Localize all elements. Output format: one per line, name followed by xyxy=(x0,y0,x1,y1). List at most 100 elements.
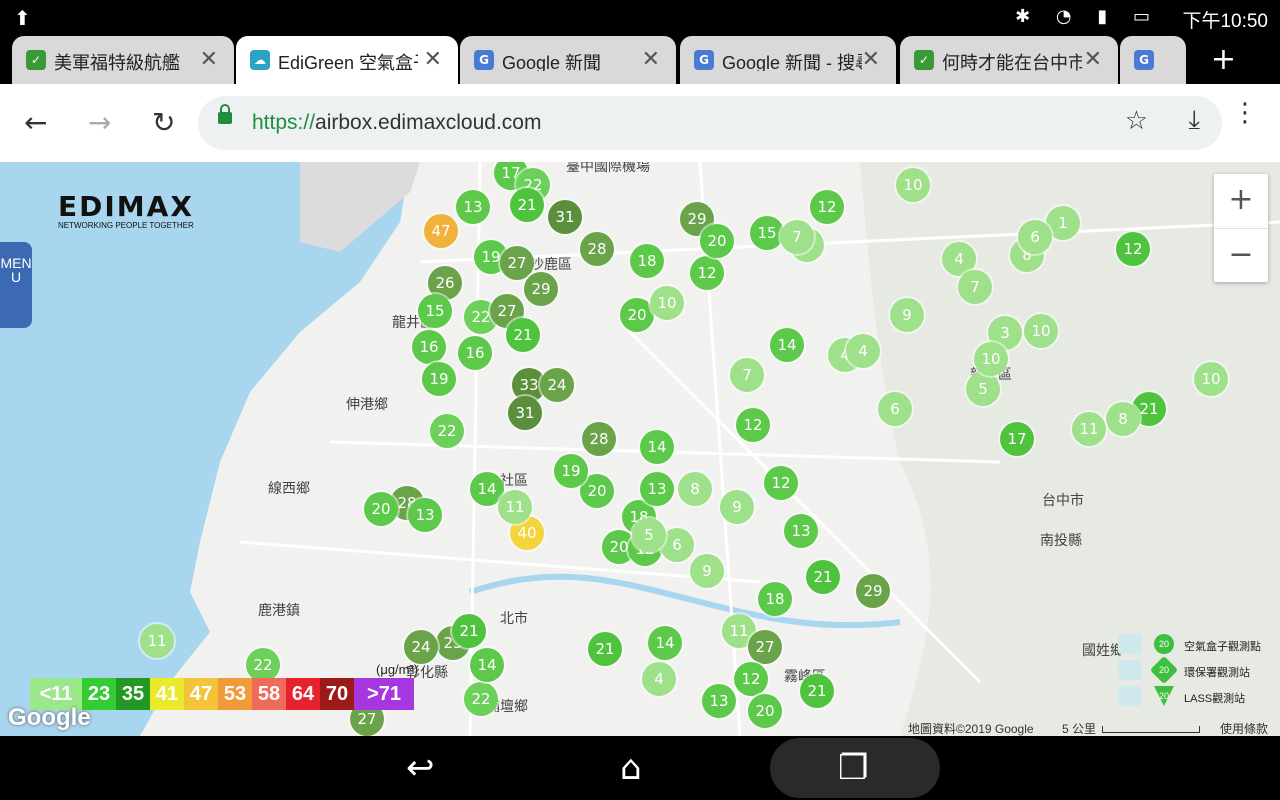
airbox-marker[interactable]: 21 xyxy=(506,318,540,352)
airbox-marker[interactable]: 8 xyxy=(678,472,712,506)
airbox-marker[interactable]: 13 xyxy=(640,472,674,506)
airbox-marker[interactable]: 16 xyxy=(412,330,446,364)
airbox-marker[interactable]: 13 xyxy=(456,190,490,224)
airbox-marker[interactable]: 27 xyxy=(500,246,534,280)
airbox-marker[interactable]: 12 xyxy=(764,466,798,500)
airbox-marker[interactable]: 6 xyxy=(878,392,912,426)
back-nav-icon[interactable]: ↩ xyxy=(406,748,435,788)
airbox-marker[interactable]: 17 xyxy=(1000,422,1034,456)
back-button[interactable]: ← xyxy=(24,106,47,139)
airbox-marker[interactable]: 47 xyxy=(424,214,458,248)
airbox-marker[interactable]: 10 xyxy=(1024,314,1058,348)
airbox-marker[interactable]: 18 xyxy=(758,582,792,616)
airbox-marker[interactable]: 14 xyxy=(640,430,674,464)
map-view[interactable]: EDIMAX NETWORKING PEOPLE TOGETHER MENU +… xyxy=(0,162,1280,736)
airbox-marker[interactable]: 14 xyxy=(470,648,504,682)
airbox-marker[interactable]: 10 xyxy=(896,168,930,202)
tab-1[interactable]: ✓ 美軍福特級航艦 ✕ xyxy=(12,36,234,84)
airbox-marker[interactable]: 10 xyxy=(1194,362,1228,396)
airbox-marker[interactable]: 4 xyxy=(642,662,676,696)
close-icon[interactable]: ✕ xyxy=(642,47,660,72)
airbox-marker[interactable]: 22 xyxy=(246,648,280,682)
airbox-marker[interactable]: 14 xyxy=(770,328,804,362)
airbox-marker[interactable]: 13 xyxy=(702,684,736,718)
airbox-marker[interactable]: 10 xyxy=(974,342,1008,376)
airbox-marker[interactable]: 9 xyxy=(720,490,754,524)
airbox-marker[interactable]: 9 xyxy=(690,554,724,588)
airbox-marker[interactable]: 6 xyxy=(1018,220,1052,254)
airbox-marker[interactable]: 22 xyxy=(430,414,464,448)
tab-3[interactable]: G Google 新聞 ✕ xyxy=(460,36,676,84)
airbox-marker[interactable]: 19 xyxy=(422,362,456,396)
airbox-marker[interactable]: 15 xyxy=(418,294,452,328)
forward-button[interactable]: → xyxy=(88,106,111,139)
airbox-marker[interactable]: 22 xyxy=(464,682,498,716)
close-icon[interactable]: ✕ xyxy=(1084,47,1102,72)
airbox-marker[interactable]: 13 xyxy=(408,498,442,532)
close-icon[interactable]: ✕ xyxy=(862,47,880,72)
airbox-marker[interactable]: 28 xyxy=(582,422,616,456)
airbox-marker[interactable]: 11 xyxy=(140,624,174,658)
airbox-marker[interactable]: 20 xyxy=(364,492,398,526)
airbox-marker[interactable]: 10 xyxy=(650,286,684,320)
airbox-marker[interactable]: 15 xyxy=(750,216,784,250)
airbox-marker[interactable]: 7 xyxy=(958,270,992,304)
airbox-marker[interactable]: 31 xyxy=(548,200,582,234)
airbox-marker[interactable]: 21 xyxy=(800,674,834,708)
airbox-marker[interactable]: 12 xyxy=(734,662,768,696)
zoom-in-button[interactable]: + xyxy=(1214,174,1268,229)
airbox-marker[interactable]: 20 xyxy=(620,298,654,332)
airbox-marker[interactable]: 12 xyxy=(736,408,770,442)
airbox-marker[interactable]: 12 xyxy=(1116,232,1150,266)
home-nav-icon[interactable]: ⌂ xyxy=(620,748,642,788)
airbox-marker[interactable]: 20 xyxy=(700,224,734,258)
recents-nav-icon[interactable]: ❐ xyxy=(838,748,868,788)
airbox-marker[interactable]: 24 xyxy=(540,368,574,402)
airbox-marker[interactable]: 8 xyxy=(1106,402,1140,436)
zoom-out-button[interactable]: − xyxy=(1214,229,1268,283)
tab-6[interactable]: G xyxy=(1120,36,1186,84)
airbox-marker[interactable]: 13 xyxy=(784,514,818,548)
address-bar[interactable]: https://airbox.edimaxcloud.com ☆ ⤓ xyxy=(198,96,1222,150)
airbox-marker[interactable]: 5 xyxy=(632,518,666,552)
airbox-marker[interactable]: 5 xyxy=(966,372,1000,406)
airbox-marker[interactable]: 24 xyxy=(404,630,438,664)
reload-button[interactable]: ↻ xyxy=(152,106,175,139)
close-icon[interactable]: ✕ xyxy=(424,47,442,72)
tab-5[interactable]: ✓ 何時才能在台中市 ✕ xyxy=(900,36,1118,84)
tab-2[interactable]: ☁ EdiGreen 空氣盒子 ✕ xyxy=(236,36,458,84)
airbox-marker[interactable]: 12 xyxy=(810,190,844,224)
airbox-marker[interactable]: 19 xyxy=(554,454,588,488)
tab-4[interactable]: G Google 新聞 - 搜尋 ✕ xyxy=(680,36,896,84)
menu-button[interactable]: MENU xyxy=(0,242,32,328)
airbox-marker[interactable]: 21 xyxy=(452,614,486,648)
airbox-marker[interactable]: 14 xyxy=(648,626,682,660)
download-icon[interactable]: ⤓ xyxy=(1189,105,1201,136)
status-bar: ⬆ ✱ ◔ ▮ ▭ 下午10:50 xyxy=(0,0,1280,34)
airbox-marker[interactable]: 4 xyxy=(846,334,880,368)
terms-link[interactable]: 使用條款 xyxy=(1220,720,1268,736)
airbox-marker[interactable]: 18 xyxy=(630,244,664,278)
airbox-marker[interactable]: 28 xyxy=(580,232,614,266)
airbox-marker[interactable]: 31 xyxy=(508,396,542,430)
airbox-marker[interactable]: 12 xyxy=(690,256,724,290)
airbox-marker[interactable]: 16 xyxy=(458,336,492,370)
airbox-marker[interactable]: 20 xyxy=(748,694,782,728)
airbox-marker[interactable]: 11 xyxy=(498,490,532,524)
google-news-icon: G xyxy=(1134,50,1154,70)
close-icon[interactable]: ✕ xyxy=(200,47,218,72)
bookmark-star-icon[interactable]: ☆ xyxy=(1125,106,1148,136)
airbox-marker[interactable]: 21 xyxy=(806,560,840,594)
airbox-marker[interactable]: 11 xyxy=(1072,412,1106,446)
airbox-marker[interactable]: 29 xyxy=(856,574,890,608)
airbox-marker[interactable]: 21 xyxy=(510,188,544,222)
legend-dot: 20 xyxy=(1154,634,1174,654)
airbox-marker[interactable]: 27 xyxy=(748,630,782,664)
airbox-marker[interactable]: 7 xyxy=(780,220,814,254)
airbox-marker[interactable]: 7 xyxy=(730,358,764,392)
airbox-marker[interactable]: 9 xyxy=(890,298,924,332)
airbox-marker[interactable]: 29 xyxy=(524,272,558,306)
new-tab-button[interactable]: + xyxy=(1211,42,1236,77)
airbox-marker[interactable]: 21 xyxy=(588,632,622,666)
overflow-menu-icon[interactable]: ⋮ xyxy=(1232,100,1258,126)
